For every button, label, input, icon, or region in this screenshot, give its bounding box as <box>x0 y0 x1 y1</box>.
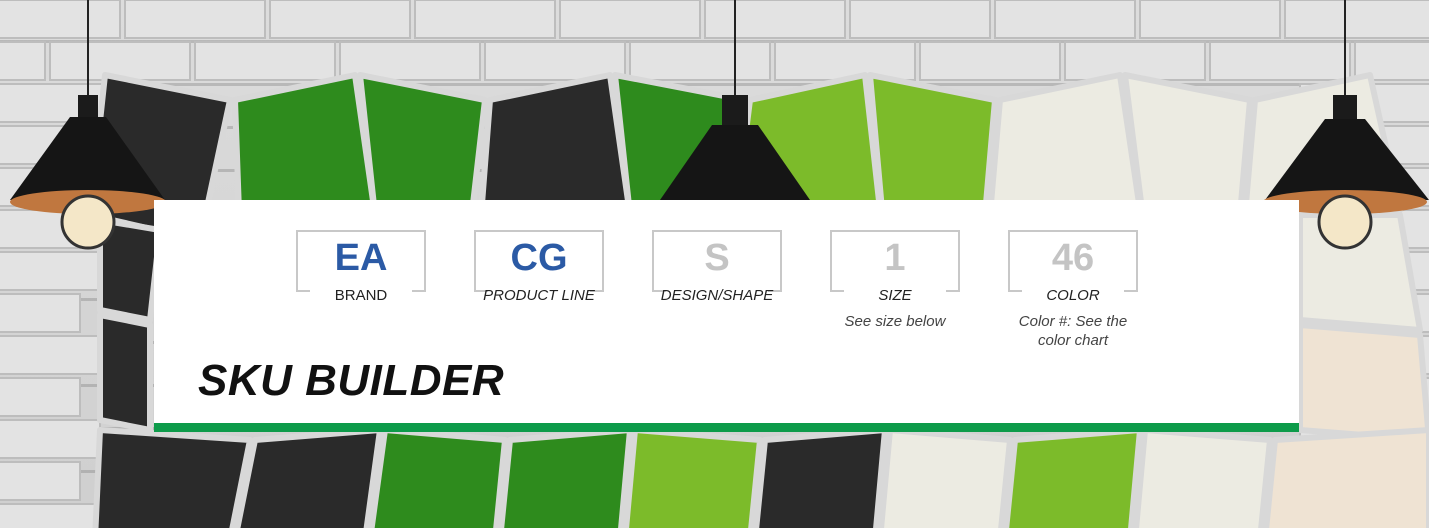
brand-label: BRAND <box>334 287 388 304</box>
color-code: 46 <box>1051 237 1095 279</box>
sku-builder-title: SKU BUILDER <box>198 356 505 405</box>
sku-segment-product-line: CG PRODUCT LINE <box>474 230 604 304</box>
product-line-code: CG <box>510 237 568 279</box>
sku-segment-color: 46 COLOR Color #: See the color chart <box>1008 230 1138 349</box>
sku-segment-design-shape: S DESIGN/SHAPE <box>652 230 782 304</box>
design-shape-code: S <box>704 237 730 279</box>
size-code: 1 <box>884 237 906 279</box>
sku-segment-brand: EA BRAND <box>296 230 426 304</box>
brand-code: EA <box>334 237 388 279</box>
color-label: COLOR <box>1046 287 1100 304</box>
design-shape-label: DESIGN/SHAPE <box>660 287 774 304</box>
accent-bar <box>154 423 1299 432</box>
size-label: SIZE <box>878 287 912 304</box>
sku-builder-card: EA BRAND CG PRODUCT LINE S DESIGN/SHAPE … <box>154 200 1299 432</box>
size-note: See size below <box>844 313 946 330</box>
sku-segment-size: 1 SIZE See size below <box>830 230 960 330</box>
product-line-label: PRODUCT LINE <box>483 287 595 304</box>
color-note: Color #: See the color chart <box>1018 313 1128 349</box>
